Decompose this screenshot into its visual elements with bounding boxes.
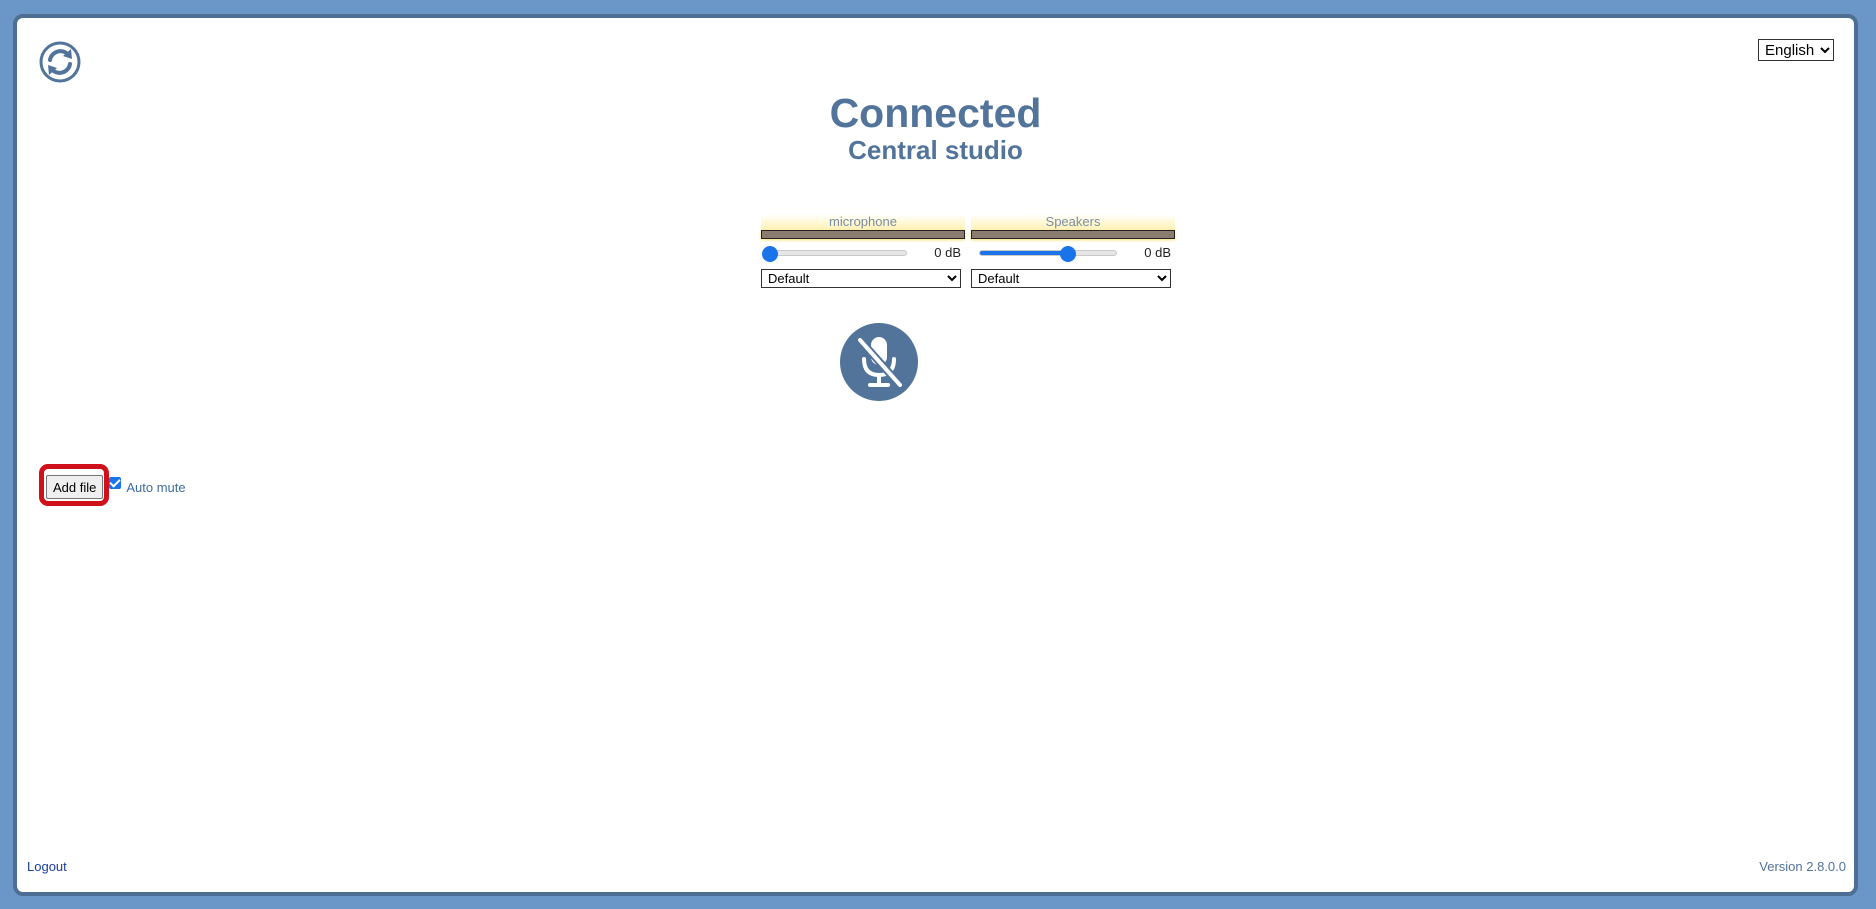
- microphone-gain-slider[interactable]: [762, 246, 907, 262]
- add-file-button[interactable]: Add file: [46, 475, 104, 499]
- mute-button[interactable]: [840, 323, 918, 401]
- speakers-device-select[interactable]: Default: [971, 269, 1171, 288]
- file-controls: Add file Auto mute: [33, 464, 186, 510]
- speakers-gain-fill: [980, 251, 1069, 255]
- microphone-panel: microphone 0 dB Default: [761, 214, 965, 288]
- speakers-level-meter: [971, 230, 1175, 239]
- studio-name: Central studio: [848, 135, 1023, 165]
- reload-icon[interactable]: [38, 40, 82, 84]
- auto-mute-toggle[interactable]: Auto mute: [109, 477, 186, 495]
- main-window: English Connected Central studio microph…: [13, 14, 1858, 896]
- speakers-gain-thumb[interactable]: [1060, 246, 1077, 262]
- speakers-gain-value: 0 dB: [1144, 245, 1171, 260]
- microphone-device-select[interactable]: Default: [761, 269, 961, 288]
- logout-link[interactable]: Logout: [27, 859, 67, 874]
- microphone-gain-thumb[interactable]: [762, 246, 778, 262]
- microphone-level-meter: [761, 230, 965, 239]
- version-label: Version 2.8.0.0: [1759, 859, 1846, 874]
- speakers-label: Speakers: [971, 214, 1175, 230]
- language-select[interactable]: English: [1758, 39, 1834, 61]
- auto-mute-checkbox[interactable]: [109, 477, 122, 489]
- microphone-gain-row: 0 dB: [761, 241, 965, 265]
- microphone-gain-value: 0 dB: [934, 245, 961, 260]
- speakers-panel: Speakers 0 dB Default: [971, 214, 1175, 288]
- microphone-label: microphone: [761, 214, 965, 230]
- auto-mute-label: Auto mute: [126, 479, 186, 495]
- speakers-gain-slider[interactable]: [979, 246, 1117, 262]
- speakers-gain-row: 0 dB: [971, 241, 1175, 265]
- connection-status: Connected: [829, 90, 1042, 136]
- microphone-muted-icon: [856, 336, 904, 389]
